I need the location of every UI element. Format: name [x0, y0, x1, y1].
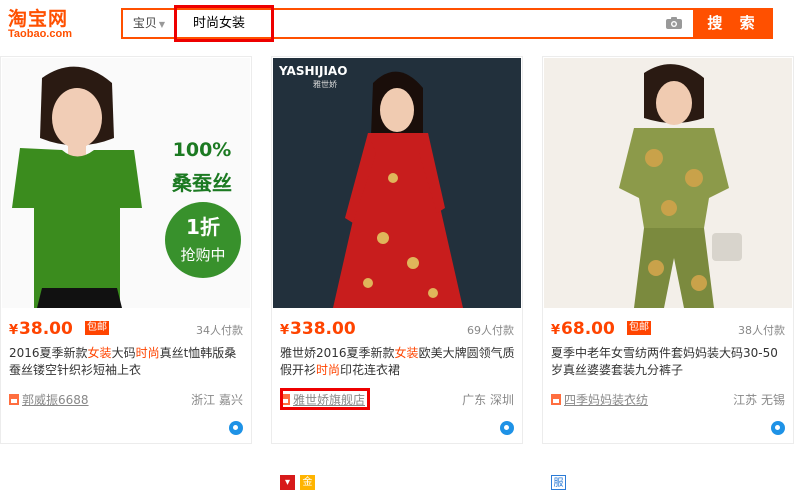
shop-location: 江苏 无锡 [733, 393, 785, 407]
title-keyword: 时尚 [135, 346, 160, 360]
promo-badge-text: 抢购中 [180, 246, 225, 264]
brand-logo-cn: 雅世娇 [313, 79, 337, 89]
title-part: 印花连衣裙 [340, 363, 401, 377]
product-price: ¥68.00 [551, 319, 615, 339]
product-photo-floral-set [544, 58, 792, 308]
shop-link[interactable]: 四季妈妈装衣纺 [551, 391, 648, 408]
shop-icon [551, 394, 561, 405]
free-shipping-badge: 包邮 [85, 321, 109, 335]
logo-text: 淘宝网 [8, 8, 69, 30]
currency-symbol: ¥ [280, 323, 290, 338]
taobao-logo[interactable]: 淘宝网 Taobao.com [8, 4, 100, 46]
product-image[interactable]: YASHIJIAO 雅世娇 [273, 58, 521, 308]
title-keyword: 时尚 [316, 363, 341, 377]
product-image[interactable]: 100% 桑蚕丝 1折 抢购中 [2, 58, 250, 308]
price-value: 338.00 [290, 319, 356, 339]
shop-highlight-box [280, 388, 370, 410]
discount-badge-text: 1折 [186, 215, 220, 239]
product-image[interactable] [544, 58, 792, 308]
product-price: ¥38.00 [9, 319, 73, 339]
clothing-category-badge[interactable]: 服 [551, 475, 566, 490]
shop-icon [9, 394, 19, 405]
free-shipping-badge: 包邮 [627, 321, 651, 335]
product-photo-red-dress: YASHIJIAO 雅世娇 [273, 58, 521, 308]
shop-location: 浙江 嘉兴 [191, 393, 243, 407]
shop-location: 广东 深圳 [462, 393, 514, 407]
title-keyword: 女装 [394, 346, 419, 360]
title-part: 雅世娇2016夏季新款 [280, 346, 395, 360]
product-card[interactable]: YASHIJIAO 雅世娇 ¥338.00 69人付款 雅世娇2016夏季新款女… [271, 56, 523, 490]
search-category-label: 宝贝 [132, 16, 157, 30]
image-caption-1: 100% [173, 139, 232, 161]
search-button[interactable]: 搜 索 [695, 8, 773, 39]
sales-count: 34人付款 [196, 324, 243, 337]
header: 淘宝网 Taobao.com 宝贝 ▼ 时尚女装 搜 索 [0, 0, 800, 50]
sales-count: 69人付款 [467, 324, 514, 337]
camera-icon[interactable] [665, 16, 683, 30]
currency-symbol: ¥ [551, 323, 561, 338]
chevron-down-icon: ▼ [158, 20, 166, 29]
product-photo-green-top: 100% 桑蚕丝 1折 抢购中 [2, 58, 250, 308]
price-value: 38.00 [19, 319, 73, 339]
product-card[interactable]: ¥68.00 包邮 38人付款 夏季中老年女雪纺两件套妈妈装大码30-50岁真丝… [542, 56, 794, 490]
search-category-tab[interactable]: 宝贝 ▼ [123, 10, 175, 37]
wangwang-chat-icon[interactable] [500, 421, 514, 435]
product-card[interactable]: 100% 桑蚕丝 1折 抢购中 ¥38.00 包邮 34人付款 2016夏季新款… [0, 56, 252, 444]
shop-link[interactable]: 郭威振6688 [9, 391, 89, 408]
logo-domain: Taobao.com [8, 28, 72, 40]
image-caption-2: 桑蚕丝 [172, 171, 232, 195]
product-title[interactable]: 2016夏季新款女装大码时尚真丝t恤韩版桑蚕丝镂空针织衫短袖上衣 [9, 345, 245, 379]
sales-count: 38人付款 [738, 324, 785, 337]
wangwang-chat-icon[interactable] [771, 421, 785, 435]
price-value: 68.00 [561, 319, 615, 339]
title-keyword: 女装 [87, 346, 112, 360]
title-part: 大码 [111, 346, 136, 360]
product-title[interactable]: 雅世娇2016夏季新款女装欧美大牌圆领气质假开衫时尚印花连衣裙 [280, 345, 516, 379]
gold-seller-badge-icon[interactable]: 金 [300, 475, 315, 490]
wangwang-chat-icon[interactable] [229, 421, 243, 435]
shop-name: 郭威振6688 [22, 393, 89, 407]
query-highlight-box [174, 5, 274, 42]
brand-logo-text: YASHIJIAO [278, 64, 347, 78]
shop-name: 四季妈妈装衣纺 [564, 393, 649, 407]
product-price: ¥338.00 [280, 319, 356, 339]
currency-symbol: ¥ [9, 323, 19, 338]
tmall-badge-icon[interactable]: ▾ [280, 475, 295, 490]
title-part: 2016夏季新款 [9, 346, 88, 360]
product-title[interactable]: 夏季中老年女雪纺两件套妈妈装大码30-50岁真丝婆婆套装九分裤子 [551, 345, 787, 379]
